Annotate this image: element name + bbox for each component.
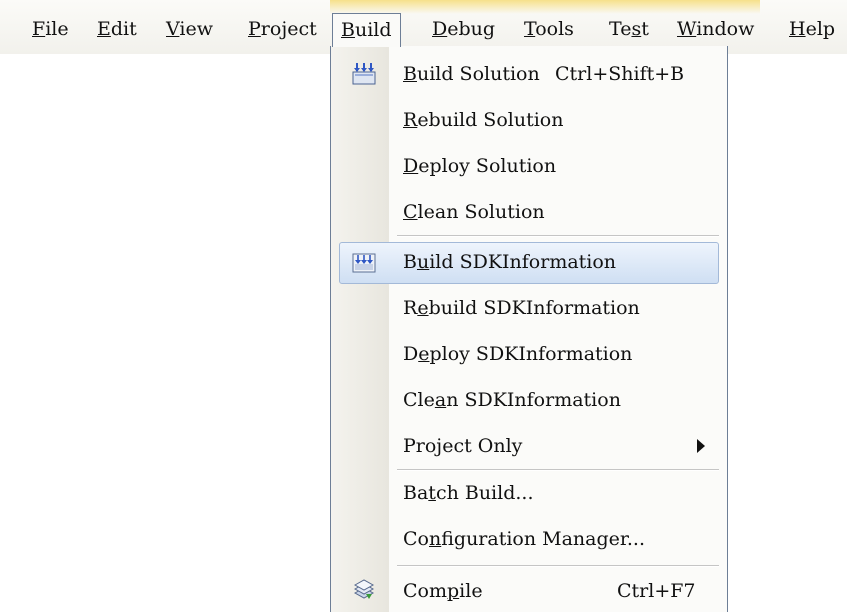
menu-item-label: Clean Solution	[403, 201, 545, 223]
menu-item-label: Rebuild Solution	[403, 109, 564, 131]
menu-item-compile[interactable]: Compile Ctrl+F7	[339, 570, 719, 612]
menu-item-label: Deploy Solution	[403, 155, 557, 177]
access-key: C	[403, 201, 418, 223]
menu-item-deploy-project[interactable]: Deploy SDKInformation	[339, 333, 719, 375]
access-key: s	[631, 18, 642, 40]
access-key: n	[428, 528, 442, 550]
menu-item-shortcut: Ctrl+F7	[617, 580, 696, 602]
access-key: u	[416, 251, 430, 273]
menu-item-label: Configuration Manager...	[403, 528, 646, 550]
access-key: D	[403, 155, 419, 177]
build-menu-dropdown: Build Solution Ctrl+Shift+B Rebuild Solu…	[330, 46, 728, 612]
access-key: t	[428, 482, 436, 504]
menu-debug[interactable]: Debug	[432, 14, 495, 44]
menu-item-clean-solution[interactable]: Clean Solution	[339, 191, 719, 233]
menu-item-rebuild-solution[interactable]: Rebuild Solution	[339, 99, 719, 141]
build-project-icon	[352, 253, 376, 273]
menu-file[interactable]: File	[32, 14, 69, 44]
menu-item-label: Clean SDKInformation	[403, 389, 621, 411]
access-key: p	[447, 580, 460, 602]
access-key: a	[434, 389, 447, 411]
access-key: E	[97, 18, 111, 40]
menu-help[interactable]: Help	[789, 14, 835, 44]
menu-test[interactable]: Test	[609, 14, 649, 44]
menu-item-build-project[interactable]: Build SDKInformation	[339, 241, 719, 284]
menu-item-configuration-manager[interactable]: Configuration Manager...	[339, 518, 719, 560]
menu-project[interactable]: Project	[248, 14, 317, 44]
menu-item-build-solution[interactable]: Build Solution Ctrl+Shift+B	[339, 53, 719, 95]
menu-item-rebuild-project[interactable]: Rebuild SDKInformation	[339, 287, 719, 329]
access-key: e	[418, 343, 430, 365]
access-key: F	[32, 18, 46, 40]
menu-edit[interactable]: Edit	[97, 14, 137, 44]
submenu-arrow-icon	[697, 439, 705, 453]
menu-bar-glow	[330, 0, 760, 14]
menu-tools[interactable]: Tools	[524, 14, 574, 44]
access-key: V	[166, 18, 180, 40]
access-key: P	[248, 18, 261, 40]
menu-separator	[397, 565, 719, 567]
menu-separator	[397, 469, 719, 471]
menu-item-label: Compile	[403, 580, 483, 602]
menu-item-batch-build[interactable]: Batch Build...	[339, 472, 719, 514]
access-key: B	[403, 63, 417, 85]
build-solution-icon	[352, 63, 376, 85]
menu-item-label: Deploy SDKInformation	[403, 343, 633, 365]
access-key: D	[432, 18, 448, 40]
menu-item-clean-project[interactable]: Clean SDKInformation	[339, 379, 719, 421]
access-key: B	[341, 19, 355, 41]
menu-window[interactable]: Window	[677, 14, 754, 44]
access-key: R	[403, 109, 418, 131]
compile-icon	[353, 579, 375, 599]
menu-build[interactable]: Build	[332, 13, 401, 47]
access-key: e	[417, 297, 429, 319]
menu-item-label: Build Solution	[403, 63, 540, 85]
access-key: H	[789, 18, 806, 40]
menu-item-shortcut: Ctrl+Shift+B	[555, 63, 685, 85]
menu-item-project-only[interactable]: Project Only	[339, 425, 719, 467]
menu-item-label: Project Only	[403, 435, 523, 457]
menu-item-label: Rebuild SDKInformation	[403, 297, 640, 319]
menu-item-label: Batch Build...	[403, 482, 534, 504]
menu-separator	[397, 235, 719, 237]
access-key: T	[524, 18, 536, 40]
menu-view[interactable]: View	[166, 14, 213, 44]
menu-item-label: Build SDKInformation	[403, 251, 617, 273]
menu-item-deploy-solution[interactable]: Deploy Solution	[339, 145, 719, 187]
access-key: W	[677, 18, 697, 40]
